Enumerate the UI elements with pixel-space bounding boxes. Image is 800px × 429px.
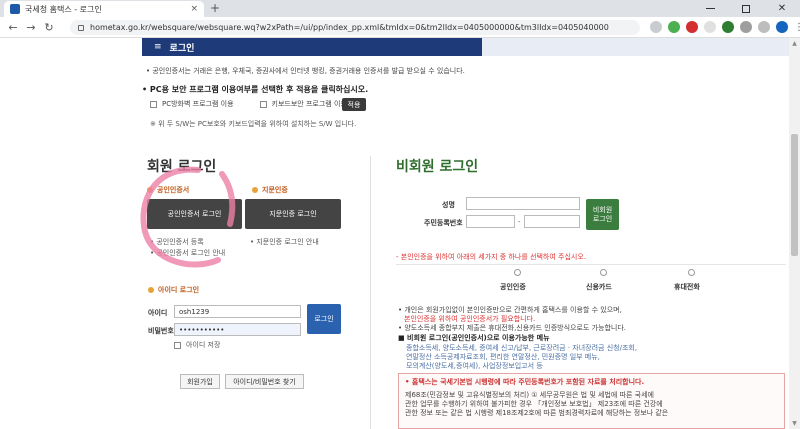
extension-icon[interactable] [704, 21, 716, 33]
firewall-checkbox[interactable] [150, 100, 157, 108]
rrn-back-input[interactable] [524, 215, 580, 228]
profile-avatar-icon[interactable] [776, 21, 788, 33]
maximize-icon[interactable] [728, 0, 764, 17]
close-window-icon[interactable]: ✕ [764, 0, 800, 17]
nonmember-login-line1: 비회원 [592, 205, 613, 214]
cert-label-text: 공인인증서 [157, 186, 190, 194]
name-input[interactable] [466, 197, 580, 210]
google-extension-icon[interactable] [668, 21, 680, 33]
nonmember-login-line2: 로그인 [592, 214, 613, 223]
id-field-label: 아이디 [148, 309, 168, 317]
fingerprint-section-label: 지문인증 [252, 185, 288, 195]
new-tab-icon[interactable]: + [210, 1, 220, 15]
column-divider [370, 156, 371, 429]
keyboard-security-label: 키보드보안 프로그램 이용 [271, 100, 347, 108]
auth-warning: - 본인인증을 위하여 아래의 세가지 중 하나를 선택하여 주십시오. [396, 253, 586, 261]
cert-register-link[interactable]: • 공인인증서 등록 [150, 237, 204, 247]
auth-cert-radio[interactable] [514, 269, 521, 276]
reload-icon[interactable]: ↻ [40, 21, 58, 34]
window-controls: ✕ [692, 0, 800, 17]
scroll-up-icon[interactable]: ▲ [789, 38, 800, 49]
id-input[interactable]: osh1239 [174, 305, 301, 318]
hometax-favicon-icon [10, 4, 20, 14]
bullet-dot-icon [147, 187, 153, 193]
id-login-button[interactable]: 로그인 [307, 304, 341, 334]
adblock-icon[interactable] [686, 21, 698, 33]
scroll-down-icon[interactable]: ▼ [789, 418, 800, 429]
radio-separator [396, 264, 786, 265]
name-field-label: 성명 [442, 201, 455, 209]
nonmember-login-title: 비회원 로그인 [396, 159, 479, 175]
address-bar[interactable]: hometax.go.kr/websquare/websquare.wq?w2x… [70, 20, 640, 35]
login-header-bar: ≡ 로그인 [142, 38, 482, 56]
password-input[interactable]: ••••••••••• [174, 323, 301, 336]
scroll-thumb[interactable] [791, 134, 798, 256]
save-id-checkbox[interactable] [174, 341, 181, 349]
rrn-front-input[interactable] [466, 215, 515, 228]
forward-icon[interactable]: → [22, 21, 40, 34]
lock-icon [78, 24, 84, 31]
sw-note: ※ 위 두 S/W는 PC보호와 키보드입력을 위하여 설치하는 S/W 입니다… [150, 120, 357, 128]
extension-green-icon[interactable] [722, 21, 734, 33]
privacy-notice-title: • 홈택스는 국세기본법 시행령에 따라 주민등록번호가 포함된 자료를 처리합… [405, 378, 645, 386]
privacy-notice-line: 관한 업무를 수행하기 위하여 불가피한 경우 「개인정보 보호법」 제23조에… [405, 400, 663, 408]
browser-toolbar: ← → ↻ hometax.go.kr/websquare/websquare.… [0, 17, 800, 38]
nonmember-login-button[interactable]: 비회원 로그인 [586, 199, 619, 230]
browser-tab[interactable]: 국세청 홈택스 - 로그인 × [4, 1, 204, 17]
header-background [482, 38, 789, 56]
cert-guide-link[interactable]: • 공인인증서 로그인 안내 [150, 248, 225, 258]
id-login-label: 아이디 로그인 [148, 285, 199, 295]
save-id-option: 아이디 저장 [174, 340, 220, 350]
minimize-icon[interactable] [692, 0, 728, 17]
fingerprint-guide-link[interactable]: • 지문인증 로그인 안내 [250, 237, 319, 247]
page-title: 로그인 [169, 43, 195, 54]
fingerprint-label-text: 지문인증 [262, 186, 288, 194]
password-field-label: 비밀번호 [148, 327, 174, 335]
info-line: • 양도소득세 종합부지 제출은 휴대전화,신용카드 인증방식으로도 가능합니다… [398, 324, 627, 332]
auth-card-label: 신용카드 [586, 283, 612, 291]
back-icon[interactable]: ← [4, 21, 22, 34]
id-login-label-text: 아이디 로그인 [158, 286, 200, 294]
menu-icon[interactable]: ≡ [154, 42, 162, 52]
extension-gray-icon[interactable] [740, 21, 752, 33]
extension-icons: ⋮ [650, 21, 800, 33]
cert-login-button[interactable]: 공인인증서 로그인 [147, 199, 242, 229]
apply-button[interactable]: 적용 [342, 98, 366, 111]
rrn-field-label: 주민등록번호 [424, 219, 463, 227]
page-scrollbar[interactable]: ▲ ▼ [789, 38, 800, 429]
url-text: hometax.go.kr/websquare/websquare.wq?w2x… [90, 23, 609, 32]
cert-section-label: 공인인증서 [147, 185, 189, 195]
keyboard-security-checkbox[interactable] [259, 100, 267, 108]
rrn-dash: - [518, 218, 521, 226]
fingerprint-login-button[interactable]: 지문인증 로그인 [245, 199, 341, 229]
extension-puzzle-icon[interactable] [650, 21, 662, 33]
bullet-dot-icon [252, 187, 258, 193]
extension-light-icon[interactable] [758, 21, 770, 33]
firewall-label: PC방화벽 프로그램 이용 [162, 100, 234, 108]
cert-notice: • 공인인증서는 거래은 은행, 우체국, 증권사에서 인터넷 뱅킹, 증권거래… [146, 67, 465, 75]
more-menu-icon[interactable]: ⋮ [794, 22, 800, 33]
privacy-notice-line: 제68조(민감정보 및 고유식별정보의 처리) ① 세무공무원은 법 및 세법에… [405, 391, 654, 399]
login-page: • 공인인증서는 거래은 은행, 우체국, 증권사에서 인터넷 뱅킹, 증권거래… [140, 56, 789, 429]
bullet-dot-icon [148, 287, 154, 293]
tab-close-icon[interactable]: × [190, 4, 198, 14]
pc-security-options: PC방화벽 프로그램 이용 키보드보안 프로그램 이용 [150, 99, 347, 109]
join-button[interactable]: 회원가입 [180, 374, 220, 389]
browser-tab-bar: 국세청 홈택스 - 로그인 × + ✕ [0, 0, 800, 17]
info-line: ■ 비회원 로그인(공인인증서)으로 이용가능한 메뉴 [398, 334, 550, 342]
member-login-title: 회원 로그인 [147, 159, 217, 175]
auth-phone-label: 휴대전화 [674, 283, 700, 291]
find-id-password-button[interactable]: 아이디/비밀번호 찾기 [225, 374, 304, 389]
auth-phone-radio[interactable] [688, 269, 695, 276]
save-id-label: 아이디 저장 [186, 341, 221, 349]
pc-security-title: • PC용 보안 프로그램 이용여부를 선택한 후 적용을 클릭하십시오. [142, 85, 369, 94]
tab-title: 국세청 홈택스 - 로그인 [25, 4, 102, 14]
privacy-notice-line: 관한 정보 또는 같은 법 시행령 제18조제2호에 따른 범죄경력자료에 해당… [405, 409, 669, 417]
auth-card-radio[interactable] [600, 269, 607, 276]
privacy-notice-box: • 홈택스는 국세기본법 시행령에 따라 주민등록번호가 포함된 자료를 처리합… [398, 373, 785, 429]
auth-cert-label: 공인인증 [500, 283, 526, 291]
info-line: 모의계산(양도세,증여세), 사업장정보입고서 등 [406, 362, 543, 370]
